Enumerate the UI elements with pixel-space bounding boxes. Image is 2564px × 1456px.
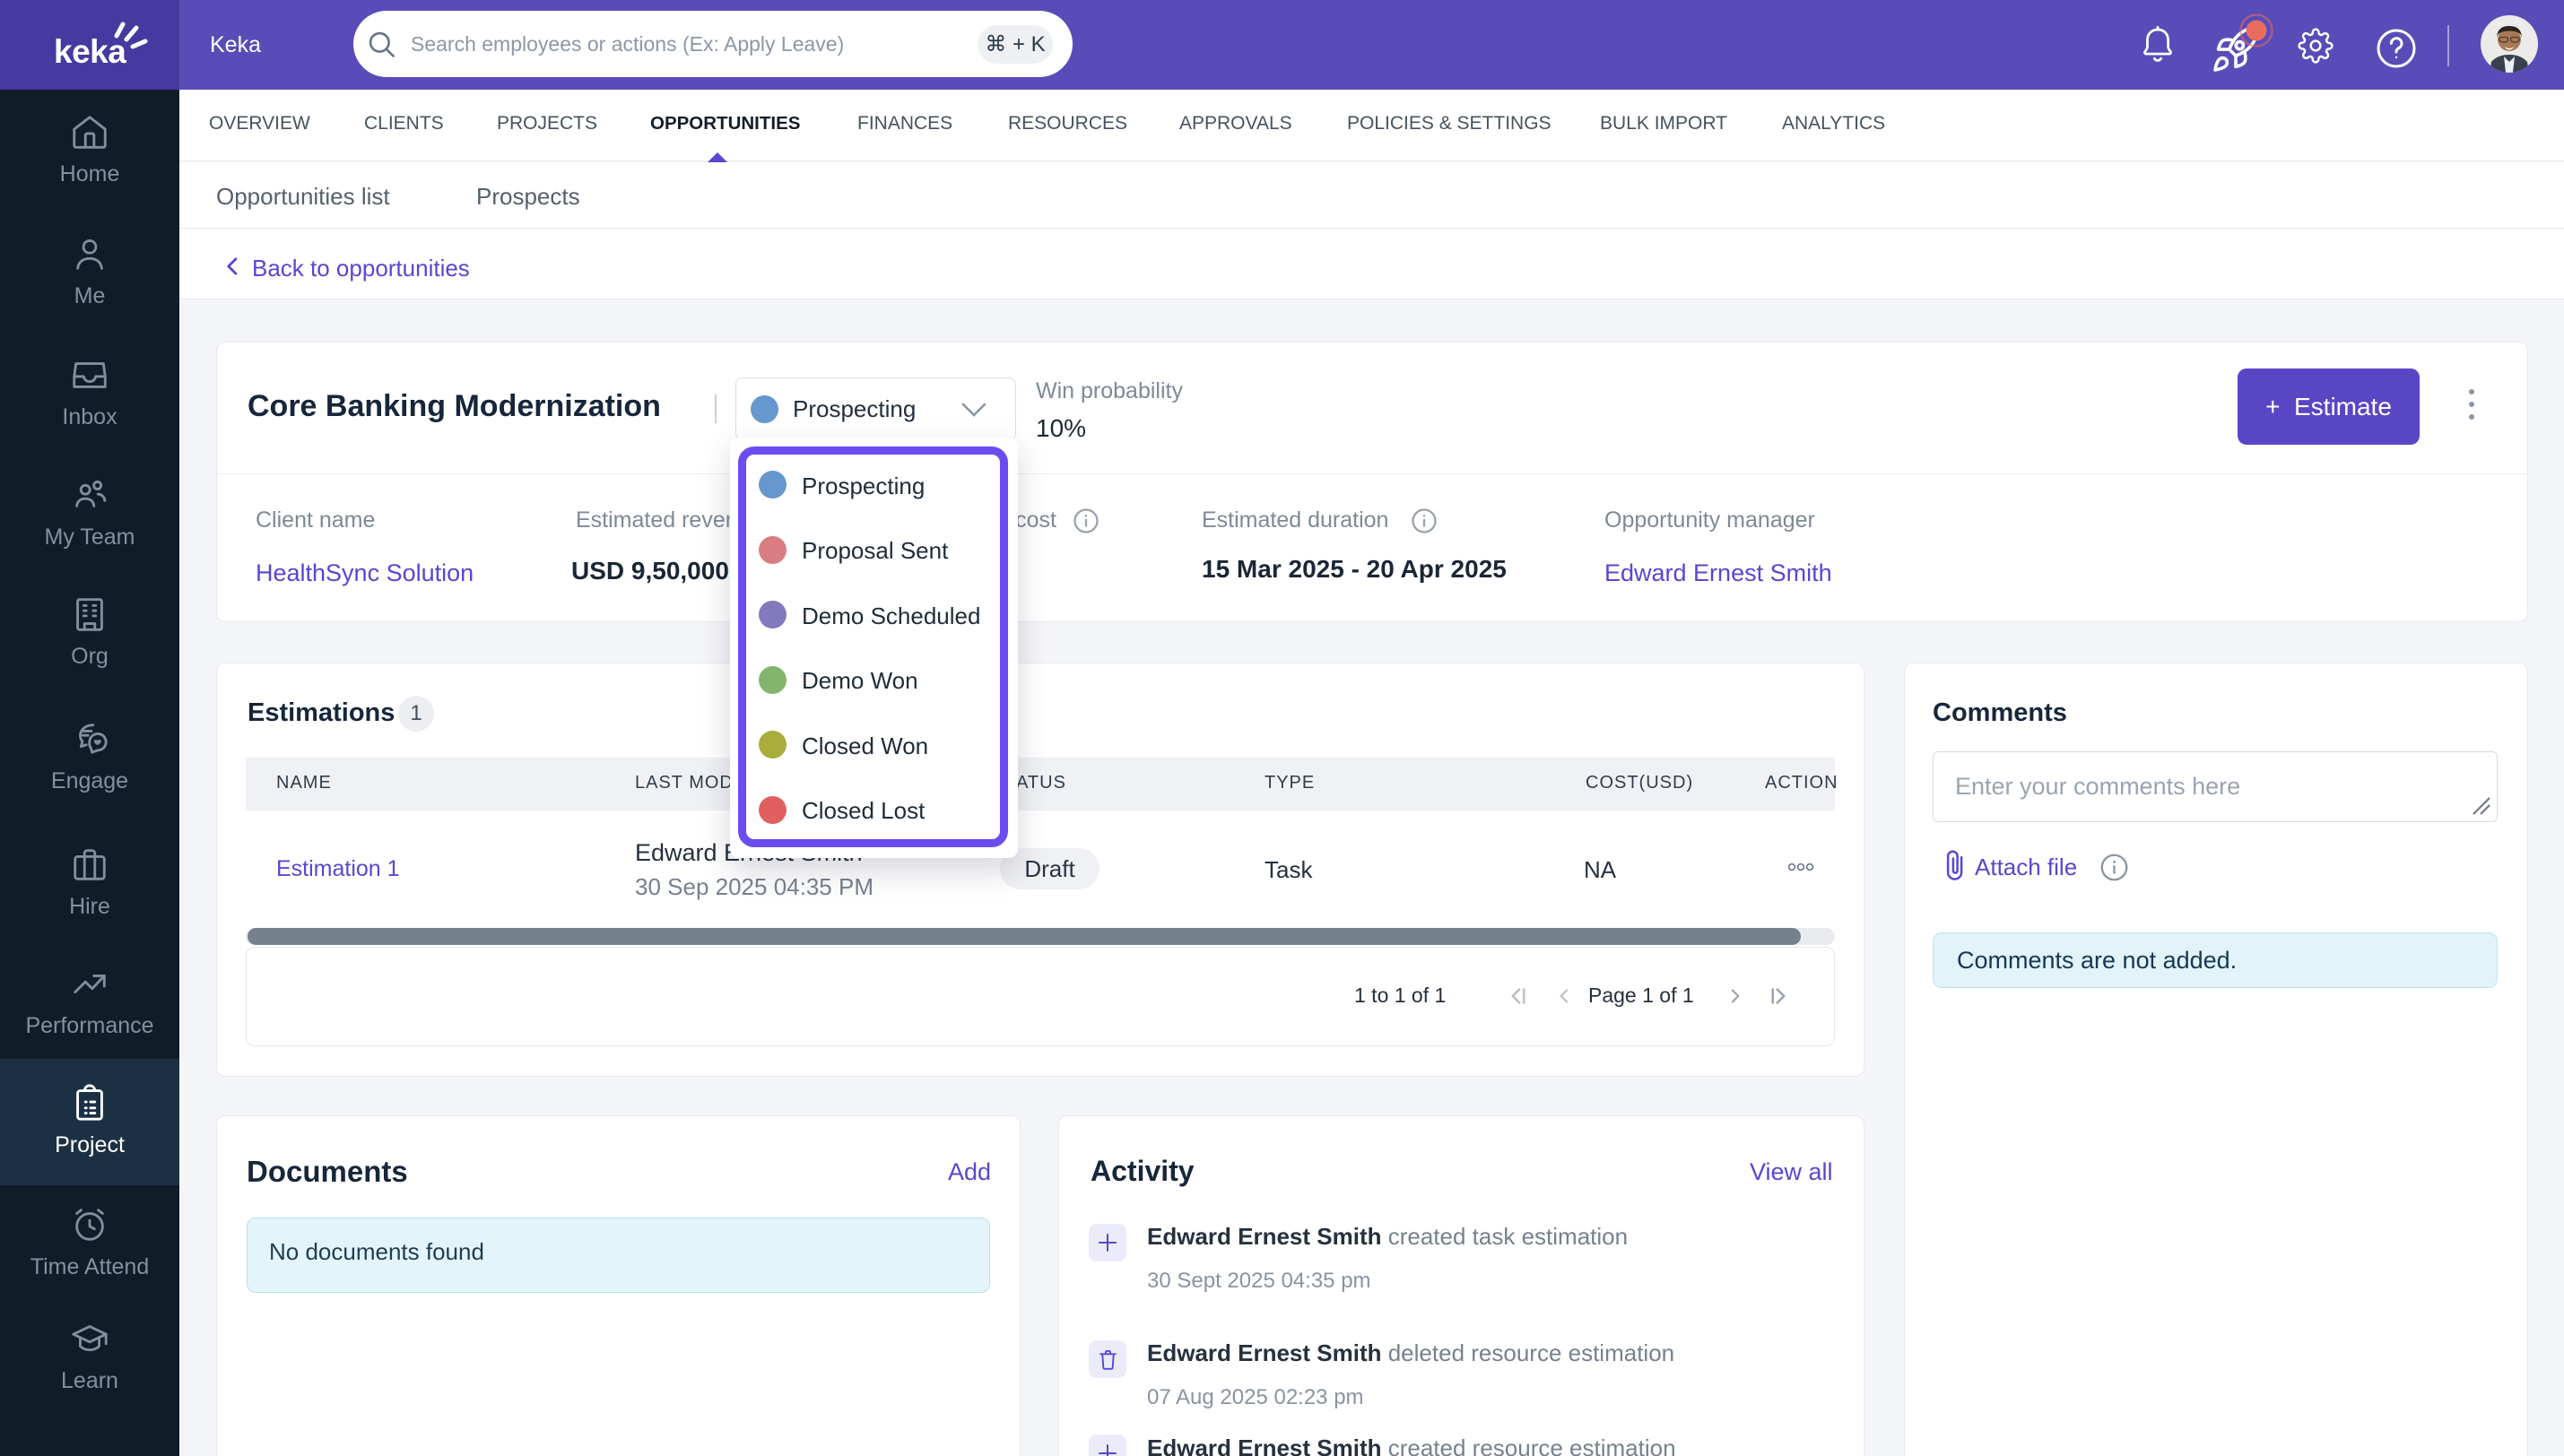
svg-text:keka: keka [54, 33, 126, 70]
